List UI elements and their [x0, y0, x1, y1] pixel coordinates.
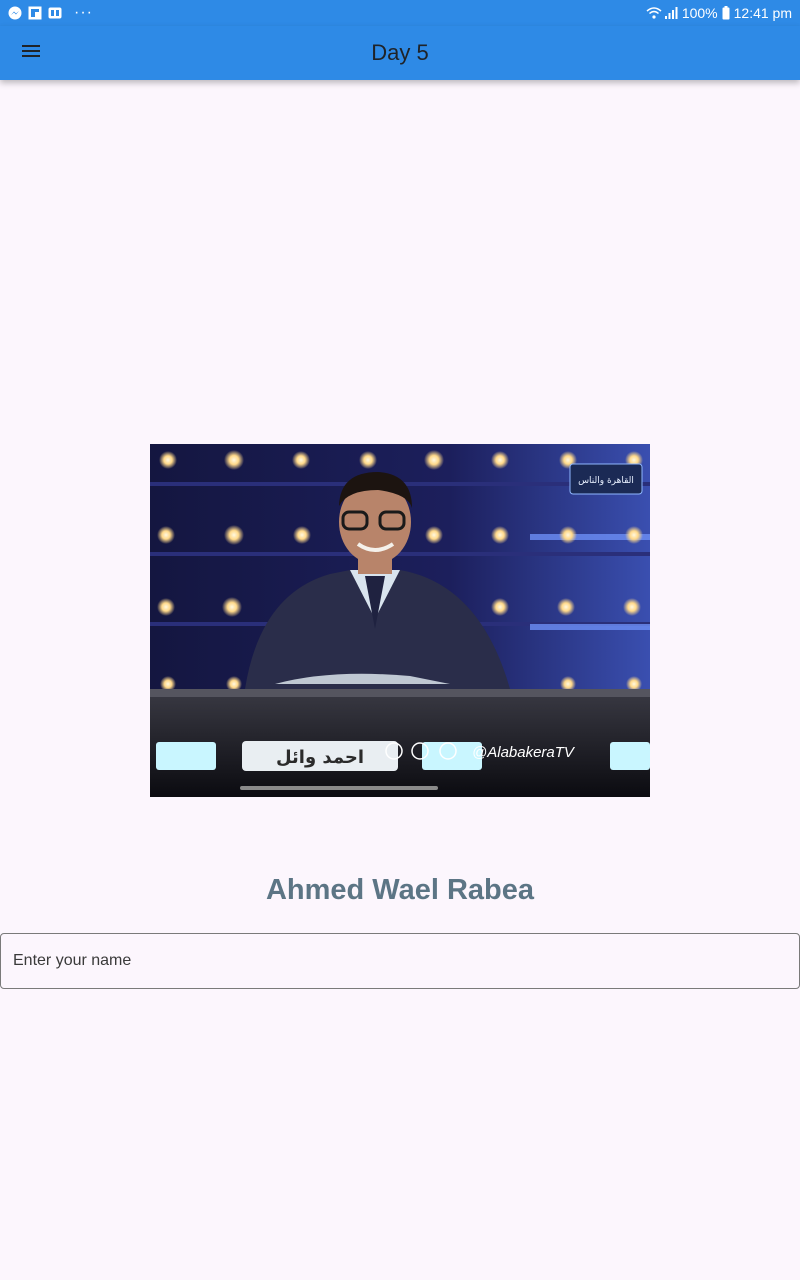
video-player[interactable]: احمد وائل @AlabakeraTV القاهرة والناس — [150, 444, 650, 797]
video-handle-overlay: @AlabakeraTV — [472, 744, 576, 761]
clock: 12:41 pm — [733, 5, 792, 21]
channel-logo-text: القاهرة والناس — [578, 476, 634, 486]
app-bar: Day 5 — [0, 26, 800, 80]
messenger-icon — [8, 6, 22, 20]
battery-icon — [722, 6, 730, 20]
gallery-icon — [48, 6, 62, 20]
name-input[interactable] — [0, 933, 800, 989]
video-frame-image: احمد وائل @AlabakeraTV القاهرة والناس — [150, 444, 650, 797]
person-name: Ahmed Wael Rabea — [265, 874, 535, 906]
status-left-icons: ··· — [8, 5, 93, 21]
signal-icon — [664, 6, 678, 20]
wifi-icon — [646, 6, 662, 20]
status-bar: ··· 100% 12:41 pm — [0, 0, 800, 26]
video-scrub-bar[interactable] — [240, 786, 438, 790]
more-dots-icon: ··· — [74, 4, 93, 21]
page-title: Day 5 — [371, 40, 429, 65]
status-right-indicators: 100% 12:41 pm — [646, 4, 792, 22]
video-name-caption: احمد وائل — [276, 747, 364, 768]
flipboard-icon — [28, 6, 42, 20]
battery-percent: 100% — [681, 5, 718, 21]
